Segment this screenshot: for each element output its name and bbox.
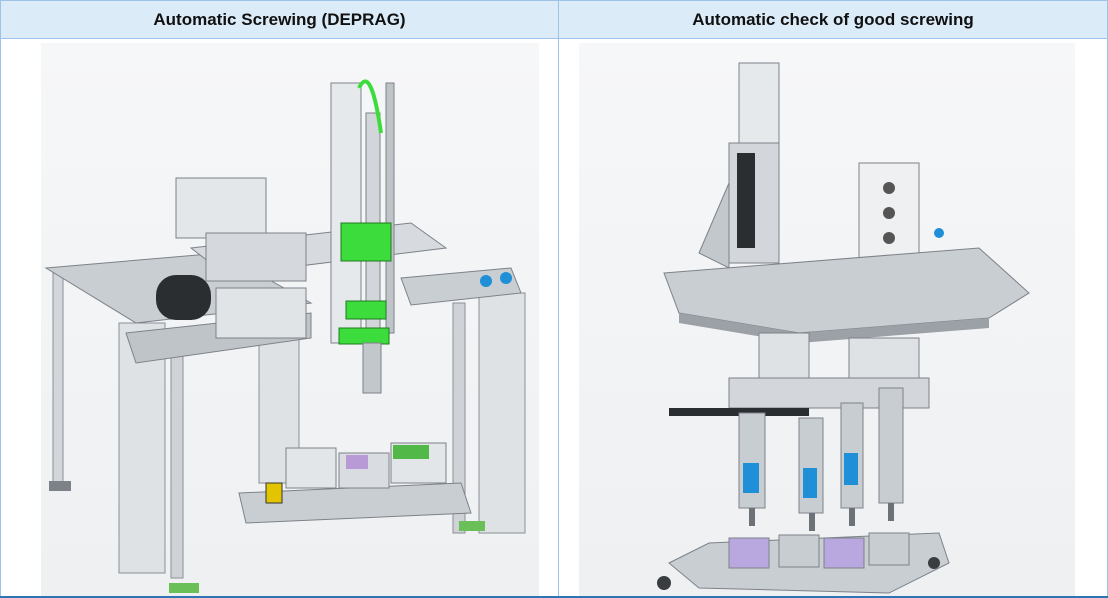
check-image-cell xyxy=(559,39,1107,597)
column-header-screwing: Automatic Screwing (DEPRAG) xyxy=(1,1,559,39)
screwing-machine-image xyxy=(41,43,539,597)
screwing-image-cell xyxy=(1,39,559,597)
screw-check-station-drawing xyxy=(657,62,1030,594)
column-header-check: Automatic check of good screwing xyxy=(559,1,1107,39)
screw-check-station-image xyxy=(579,43,1075,597)
screwing-machine-drawing xyxy=(44,79,526,593)
comparison-table: Automatic Screwing (DEPRAG) Automatic ch… xyxy=(0,0,1108,598)
